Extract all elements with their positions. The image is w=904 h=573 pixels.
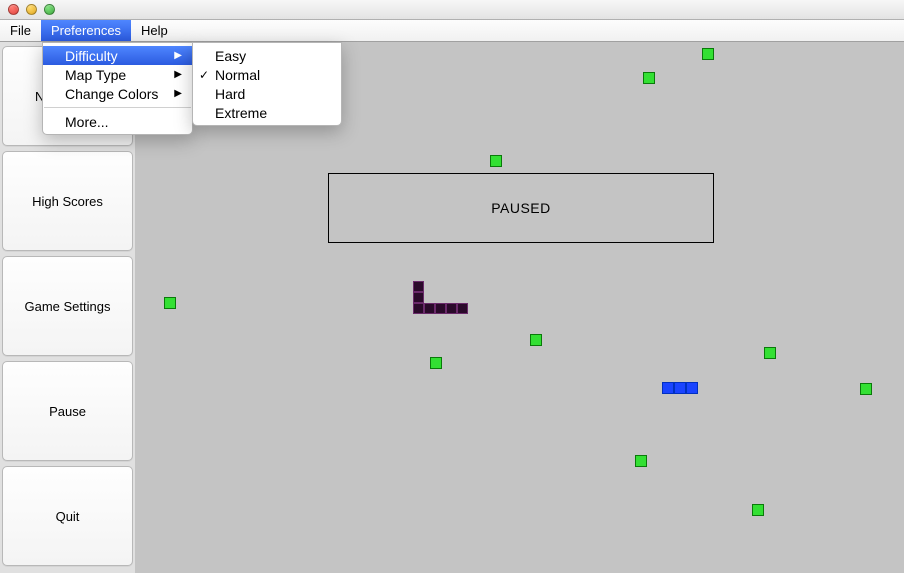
submenu-arrow-icon: ▶ [174,88,182,99]
map-type-item[interactable]: Map Type ▶ [43,65,192,84]
menu-preferences[interactable]: Preferences [41,20,131,41]
quit-button[interactable]: Quit [2,466,133,566]
change-colors-item[interactable]: Change Colors ▶ [43,84,192,103]
more-label: More... [65,114,109,130]
close-icon[interactable] [8,4,19,15]
extreme-label: Extreme [215,105,267,121]
extreme-item[interactable]: Extreme [193,103,341,122]
food-item [530,334,542,346]
menu-help-label: Help [141,23,168,38]
quit-label: Quit [56,509,80,524]
obstacle-segment [413,281,424,292]
food-item [752,504,764,516]
obstacle-segment [435,303,446,314]
food-item [430,357,442,369]
obstacle-segment [457,303,468,314]
hard-item[interactable]: Hard [193,84,341,103]
game-settings-button[interactable]: Game Settings [2,256,133,356]
obstacle-segment [446,303,457,314]
food-item [860,383,872,395]
paused-text: PAUSED [491,200,551,216]
obstacle-segment [424,303,435,314]
difficulty-label: Difficulty [65,48,118,64]
preferences-dropdown: Difficulty ▶ Map Type ▶ Change Colors ▶ … [42,42,193,135]
menu-preferences-label: Preferences [51,23,121,38]
normal-label: Normal [215,67,260,83]
app-area: New Game High Scores Game Settings Pause… [0,42,904,573]
difficulty-item[interactable]: Difficulty ▶ [43,46,192,65]
snake-segment [662,382,674,394]
food-item [702,48,714,60]
difficulty-submenu: Easy ✓ Normal Hard Extreme [192,42,342,126]
hard-label: Hard [215,86,245,102]
more-item[interactable]: More... [43,112,192,131]
paused-overlay: PAUSED [328,173,714,243]
obstacle-segment [413,303,424,314]
food-item [635,455,647,467]
menu-file-label: File [10,23,31,38]
normal-item[interactable]: ✓ Normal [193,65,341,84]
menu-help[interactable]: Help [131,20,178,41]
easy-item[interactable]: Easy [193,46,341,65]
high-scores-label: High Scores [32,194,103,209]
check-icon: ✓ [199,68,209,82]
snake-segment [674,382,686,394]
food-item [490,155,502,167]
pause-label: Pause [49,404,86,419]
submenu-arrow-icon: ▶ [174,50,182,61]
snake-segment [686,382,698,394]
food-item [164,297,176,309]
menu-file[interactable]: File [0,20,41,41]
menu-separator [44,107,191,108]
map-type-label: Map Type [65,67,126,83]
zoom-icon[interactable] [44,4,55,15]
submenu-arrow-icon: ▶ [174,69,182,80]
minimize-icon[interactable] [26,4,37,15]
pause-button[interactable]: Pause [2,361,133,461]
food-item [643,72,655,84]
obstacle-segment [413,292,424,303]
menubar: File Preferences Help [0,20,904,42]
change-colors-label: Change Colors [65,86,158,102]
easy-label: Easy [215,48,246,64]
high-scores-button[interactable]: High Scores [2,151,133,251]
titlebar [0,0,904,20]
food-item [764,347,776,359]
game-settings-label: Game Settings [25,299,111,314]
